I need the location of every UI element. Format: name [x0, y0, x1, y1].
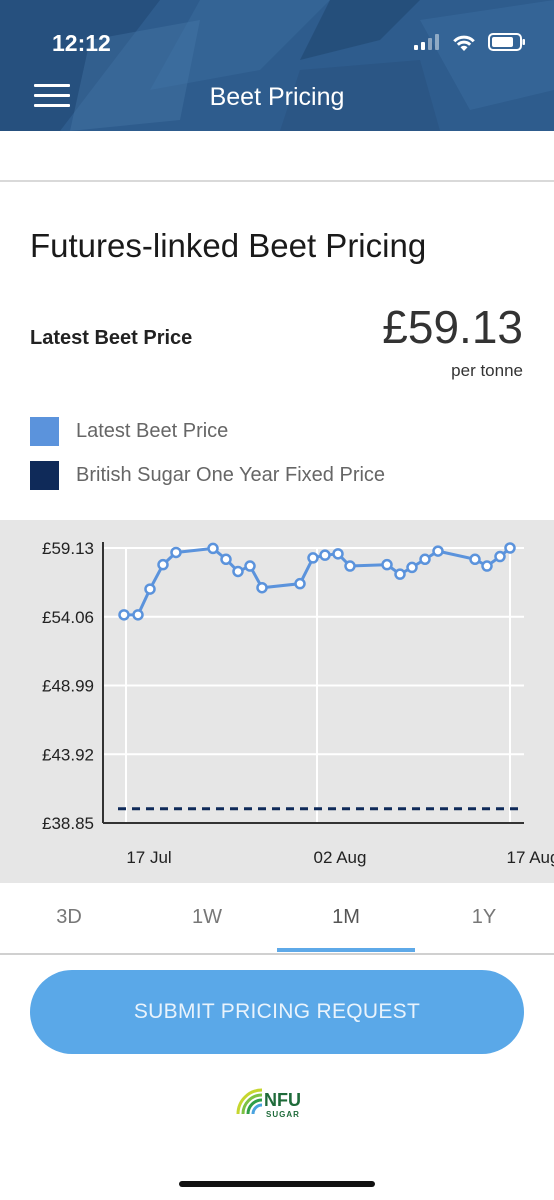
header-divider: [0, 180, 554, 182]
tab-3d[interactable]: 3D: [0, 883, 138, 953]
data-point: [132, 609, 144, 621]
price-chart-svg: 17 Jul 02 Aug 17 Aug £59.13 £54.06 £48.99 £43.…: [42, 539, 554, 867]
data-point: [481, 560, 493, 572]
y-tick-label: £59.13: [42, 539, 94, 558]
y-tick-label: £48.99: [42, 677, 94, 696]
data-point: [256, 581, 268, 594]
svg-text:SUGAR: SUGAR: [266, 1110, 300, 1119]
svg-text:NFU: NFU: [264, 1090, 301, 1110]
price-unit: per tonne: [451, 361, 523, 380]
legend-label: Latest Beet Price: [76, 420, 229, 442]
tab-1y[interactable]: 1Y: [415, 883, 553, 953]
data-point: [419, 553, 431, 566]
page-title: Futures-linked Beet Pricing: [30, 227, 427, 264]
data-point: [469, 553, 481, 566]
battery-icon: [488, 33, 525, 51]
data-point: [494, 550, 506, 563]
legend-swatch: [30, 461, 59, 490]
home-indicator: [179, 1181, 375, 1187]
wifi-icon: [453, 35, 475, 51]
data-point: [118, 609, 130, 621]
data-point: [244, 560, 256, 572]
data-point: [170, 546, 182, 559]
data-point: [220, 553, 232, 566]
app-header: 12:12 Beet Pricing: [0, 0, 554, 131]
data-point: [504, 542, 516, 554]
data-point: [381, 558, 393, 571]
cellular-signal-icon: [414, 34, 439, 50]
legend-swatch: [30, 417, 59, 446]
app-title: Beet Pricing: [209, 83, 345, 111]
data-point: [207, 542, 219, 555]
data-point: [332, 548, 344, 560]
x-tick-label: 17 Jul: [126, 848, 171, 867]
latest-price-label: Latest Beet Price: [30, 327, 193, 349]
x-tick-label: 17 Aug: [507, 848, 554, 867]
active-tab-indicator: [277, 948, 415, 952]
data-point: [319, 549, 331, 561]
legend-item-fixed-price: British Sugar One Year Fixed Price: [30, 461, 385, 490]
data-point: [344, 560, 356, 572]
range-tabs: 3D 1W 1M 1Y: [0, 883, 554, 955]
data-point: [232, 565, 244, 578]
data-point: [406, 561, 418, 574]
latest-price-value: £59.13: [382, 301, 523, 353]
data-point: [157, 558, 169, 571]
legend-item-latest-price: Latest Beet Price: [30, 417, 228, 446]
status-icons: [414, 33, 526, 51]
submit-pricing-request-button[interactable]: SUBMIT PRICING REQUEST: [30, 970, 524, 1054]
status-time: 12:12: [52, 30, 111, 56]
legend-label: British Sugar One Year Fixed Price: [76, 464, 386, 486]
data-point: [144, 583, 156, 595]
price-chart: 17 Jul 02 Aug 17 Aug £59.13 £54.06 £48.99 £43.…: [0, 520, 554, 883]
y-tick-label: £43.92: [42, 745, 94, 764]
x-tick-label: 02 Aug: [314, 848, 367, 867]
nfu-sugar-logo: NFU SUGAR: [236, 1088, 301, 1119]
data-point: [394, 568, 406, 580]
data-point: [432, 545, 444, 557]
y-tick-label: £38.85: [42, 814, 94, 833]
data-point: [307, 552, 319, 564]
data-point: [294, 577, 306, 590]
tab-1m[interactable]: 1M: [277, 883, 415, 953]
tab-1w[interactable]: 1W: [138, 883, 276, 953]
y-tick-label: £54.06: [42, 608, 94, 627]
